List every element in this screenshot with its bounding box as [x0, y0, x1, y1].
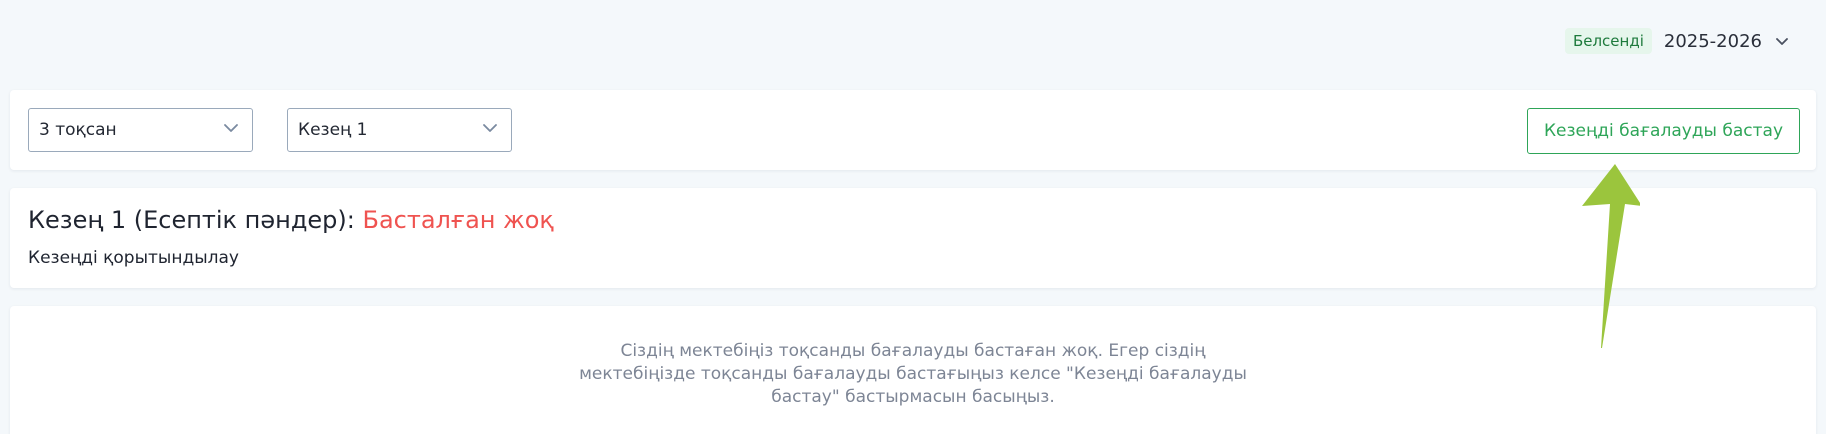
- academic-year-selector[interactable]: Белсенді 2025-2026: [1564, 28, 1790, 54]
- period-select[interactable]: Кезең 1: [287, 108, 512, 152]
- period-title-text: Кезең 1 (Есептік пәндер):: [28, 206, 355, 234]
- academic-year-label: 2025-2026: [1663, 30, 1762, 52]
- chevron-down-icon[interactable]: [1774, 33, 1790, 49]
- info-card: Сіздің мектебіңіз тоқсанды бағалауды бас…: [10, 306, 1816, 434]
- period-status-card: Кезең 1 (Есептік пәндер): Басталған жоқ …: [10, 188, 1816, 288]
- period-select-value: Кезең 1: [298, 120, 368, 140]
- period-title: Кезең 1 (Есептік пәндер): Басталған жоқ: [28, 206, 554, 234]
- start-period-assessment-button[interactable]: Кезеңді бағалауды бастау: [1527, 108, 1800, 154]
- annotation-arrow-icon: [1582, 164, 1640, 348]
- period-status: Басталған жоқ: [362, 206, 554, 234]
- chevron-down-icon: [222, 119, 240, 142]
- filter-bar: 3 тоқсан Кезең 1 Кезеңді бағалауды баста…: [10, 90, 1816, 170]
- period-summary-link[interactable]: Кезеңді қорытындылау: [28, 248, 239, 268]
- info-message: Сіздің мектебіңіз тоқсанды бағалауды бас…: [579, 341, 1247, 407]
- status-badge: Белсенді: [1564, 28, 1652, 54]
- quarter-select-value: 3 тоқсан: [39, 120, 117, 140]
- chevron-down-icon: [481, 119, 499, 142]
- quarter-select[interactable]: 3 тоқсан: [28, 108, 253, 152]
